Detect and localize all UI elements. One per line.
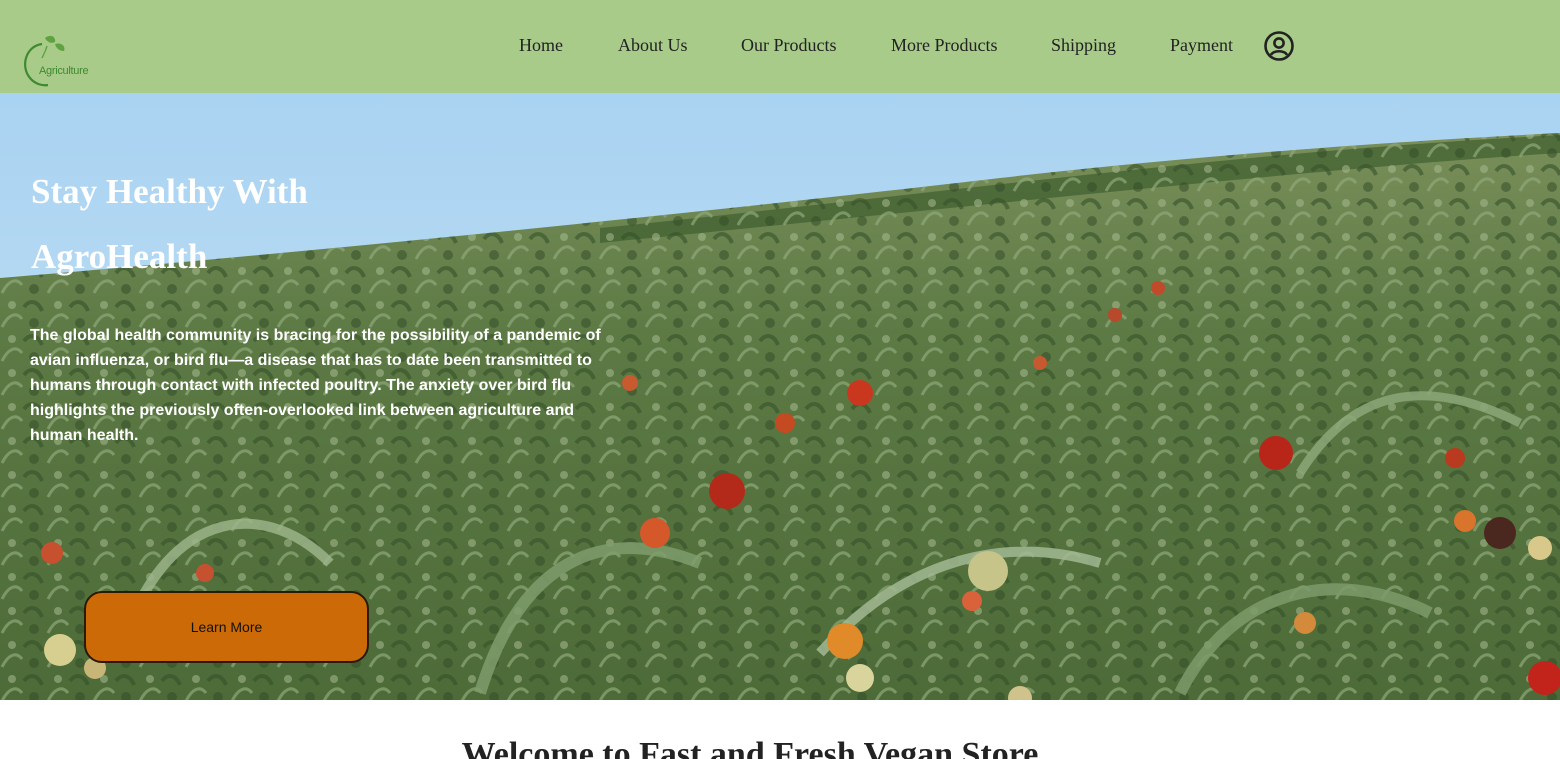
hero-description: The global health community is bracing f…	[30, 327, 601, 444]
leaf-logo-icon	[24, 35, 65, 87]
nav-more-products[interactable]: More Products	[891, 35, 998, 56]
user-circle-icon[interactable]	[1263, 30, 1295, 62]
hero-title-line-1: Stay Healthy With	[31, 172, 308, 211]
welcome-heading: Welcome to Fast and Fresh Vegan Store	[461, 736, 1039, 759]
nav-payment[interactable]: Payment	[1170, 35, 1233, 56]
hero-title-line-2: AgroHealth	[31, 237, 208, 276]
logo-text: Agriculture	[39, 65, 89, 77]
top-navbar: Agriculture Home About Us Our Products M…	[0, 0, 1560, 93]
nav-about-us[interactable]: About Us	[618, 35, 688, 56]
hero-banner: Stay Healthy With AgroHealth The global …	[0, 93, 1560, 700]
hero-title: Stay Healthy With AgroHealth	[31, 159, 631, 289]
nav-our-products[interactable]: Our Products	[741, 35, 837, 56]
learn-more-button[interactable]: Learn More	[84, 591, 369, 663]
agriculture-logo[interactable]: Agriculture	[22, 32, 102, 90]
nav-shipping[interactable]: Shipping	[1051, 35, 1116, 56]
nav-home[interactable]: Home	[519, 35, 563, 56]
